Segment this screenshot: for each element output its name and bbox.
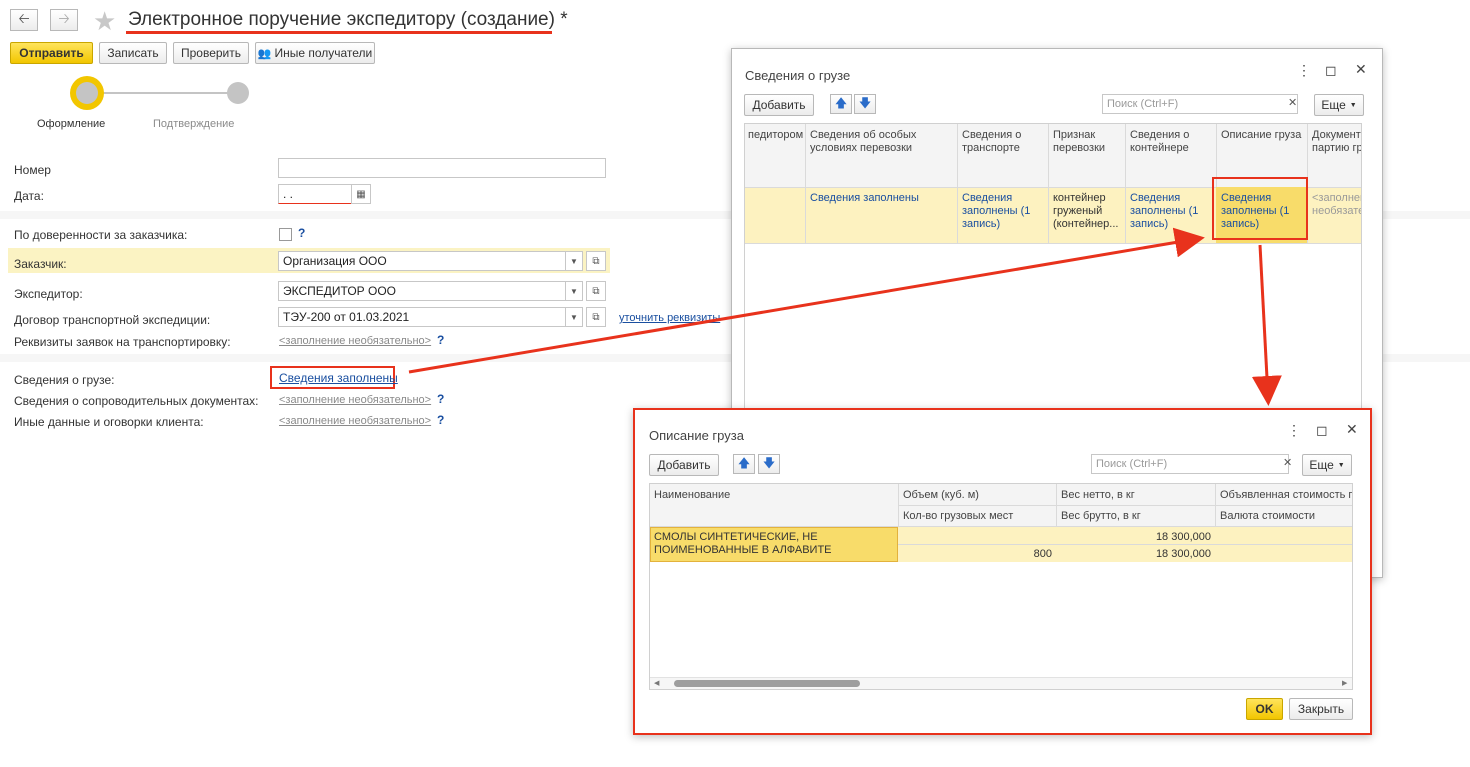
gross-weight-cell[interactable]: 18 300,000 xyxy=(1061,548,1211,561)
more-vertical-icon[interactable]: ⋮ xyxy=(1287,422,1301,439)
header-divider xyxy=(898,505,1352,506)
description-dialog: Описание груза ⋮ ◻ ✕ Добавить 🡅 🡇 Поиск … xyxy=(633,408,1372,735)
arrow-to-dialog xyxy=(1251,244,1282,406)
description-dialog-title: Описание груза xyxy=(649,428,744,443)
ok-button[interactable]: OK xyxy=(1246,698,1283,720)
scroll-left-icon[interactable]: ◀ xyxy=(654,679,659,687)
net-weight-cell[interactable]: 18 300,000 xyxy=(1061,531,1211,544)
column-header-declared[interactable]: Объявленная стоимость г xyxy=(1220,489,1352,502)
column-header-volume[interactable]: Объем (куб. м) xyxy=(903,489,979,502)
more-label: Еще xyxy=(1309,458,1334,472)
clear-search-icon[interactable]: ✕ xyxy=(1283,456,1292,469)
row-divider xyxy=(898,544,1352,545)
column-header-net[interactable]: Вес нетто, в кг xyxy=(1061,489,1135,502)
add-button[interactable]: Добавить xyxy=(649,454,719,476)
places-cell[interactable]: 800 xyxy=(903,548,1052,561)
name-cell[interactable]: СМОЛЫ СИНТЕТИЧЕСКИЕ, НЕ ПОИМЕНОВАННЫЕ В … xyxy=(654,531,892,557)
column-header-name[interactable]: Наименование xyxy=(654,489,730,502)
maximize-icon[interactable]: ◻ xyxy=(1316,422,1328,439)
column-header-places[interactable]: Кол-во грузовых мест xyxy=(903,510,1013,523)
chevron-down-icon: ▼ xyxy=(1337,461,1345,469)
search-input[interactable]: Поиск (Ctrl+F) xyxy=(1091,454,1289,474)
move-up-icon[interactable]: 🡅 xyxy=(733,454,755,474)
column-header-currency[interactable]: Валюта стоимости xyxy=(1220,510,1315,523)
description-table: Наименование Объем (куб. м) Кол-во грузо… xyxy=(649,483,1353,690)
arrow-to-description xyxy=(408,227,1205,374)
more-button[interactable]: Еще ▼ xyxy=(1302,454,1352,476)
column-header-gross[interactable]: Вес брутто, в кг xyxy=(1061,510,1141,523)
close-button[interactable]: Закрыть xyxy=(1289,698,1353,720)
scrollbar-thumb[interactable] xyxy=(674,680,860,687)
close-icon[interactable]: ✕ xyxy=(1346,421,1358,438)
move-down-icon[interactable]: 🡇 xyxy=(758,454,780,474)
scroll-right-icon[interactable]: ▶ xyxy=(1342,679,1347,687)
